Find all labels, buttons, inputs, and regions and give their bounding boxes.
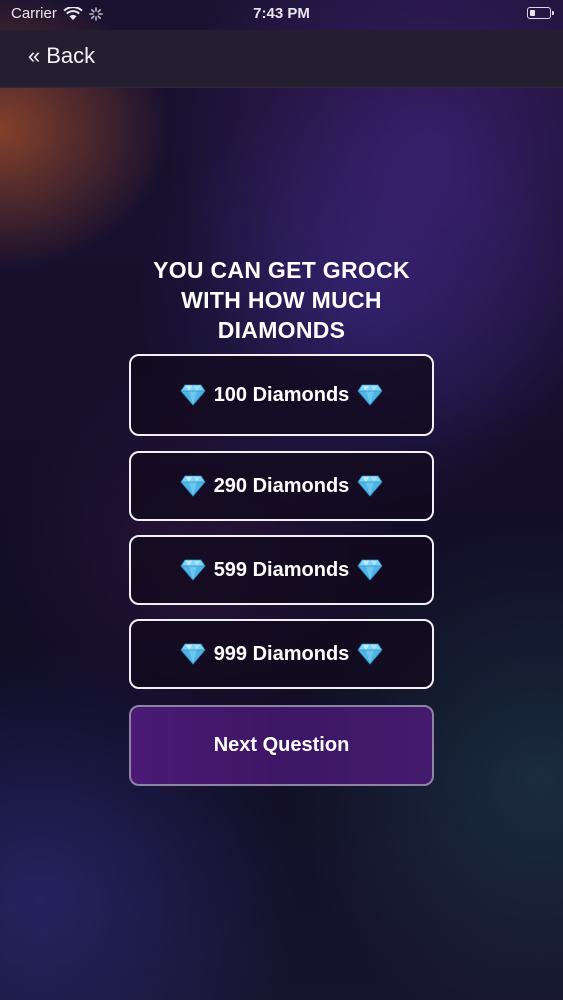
diamond-icon: [180, 559, 206, 581]
answer-option-2[interactable]: 290 Diamonds: [129, 451, 434, 521]
answer-option-label: 290 Diamonds: [213, 474, 350, 497]
question-text: YOU CAN GET GROCK WITH HOW MUCH DIAMONDS: [0, 255, 563, 345]
status-bar: Carrier 7:43 PM: [0, 0, 563, 30]
answer-option-label: 100 Diamonds: [213, 383, 350, 406]
back-chevron-icon: «: [28, 43, 41, 68]
next-question-label: Next Question: [213, 734, 350, 756]
back-label: Back: [46, 43, 96, 68]
diamond-icon: [357, 559, 383, 581]
question-line: DIAMONDS: [217, 317, 346, 343]
diamond-icon: [180, 475, 206, 497]
diamond-icon: [357, 475, 383, 497]
quiz-content: YOU CAN GET GROCK WITH HOW MUCH DIAMONDS…: [0, 0, 563, 1000]
battery-level: [529, 9, 535, 16]
diamond-icon: [357, 384, 383, 406]
question-line: WITH HOW MUCH: [181, 287, 382, 313]
answer-option-4[interactable]: 999 Diamonds: [129, 619, 434, 689]
question-line: YOU CAN GET GROCK: [153, 257, 410, 283]
answer-option-label: 999 Diamonds: [213, 642, 350, 665]
diamond-icon: [180, 384, 206, 406]
answer-option-1[interactable]: 100 Diamonds: [129, 354, 434, 436]
navigation-bar: « Back: [0, 30, 563, 88]
status-time: 7:43 PM: [253, 5, 310, 22]
answer-option-3[interactable]: 599 Diamonds: [129, 535, 434, 605]
diamond-icon: [180, 643, 206, 665]
next-question-button[interactable]: Next Question: [129, 705, 434, 786]
battery-icon: [527, 7, 554, 19]
back-button[interactable]: « Back: [28, 43, 95, 69]
diamond-icon: [357, 643, 383, 665]
answer-option-label: 599 Diamonds: [213, 558, 350, 581]
